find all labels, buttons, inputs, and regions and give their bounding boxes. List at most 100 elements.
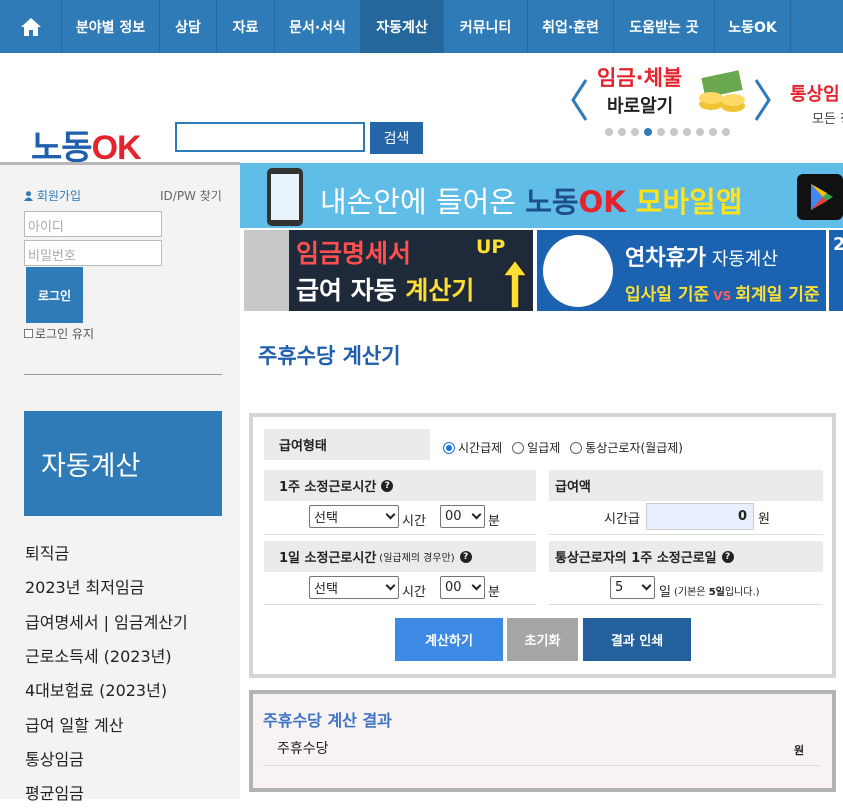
promo-dot[interactable] — [618, 128, 626, 136]
promo-next-icon[interactable] — [754, 78, 772, 122]
promo-dot[interactable] — [657, 128, 665, 136]
daily-hours-note: (일급제의 경우만) — [379, 553, 455, 564]
sidebar-item-ordinary-wage[interactable]: 통상임금 — [25, 741, 188, 775]
radio-monthly[interactable] — [570, 441, 583, 454]
password-field[interactable]: 비밀번호 — [24, 240, 162, 266]
pay-type-label: 급여형태 — [264, 429, 430, 460]
chevron-down-icon — [471, 509, 482, 520]
nav-item-jobs-training[interactable]: 취업·훈련 — [528, 0, 614, 53]
promo-line1: 임금·체불 — [597, 66, 683, 90]
daily-minutes-select[interactable]: 00 — [440, 576, 485, 599]
sidebar-item-insurance[interactable]: 4대보험료 (2023년) — [25, 672, 188, 706]
signup-link[interactable]: 회원가입 — [24, 187, 81, 204]
reset-button[interactable]: 초기화 — [507, 618, 578, 661]
login-button[interactable]: 로그인 — [26, 267, 83, 323]
help-icon[interactable]: ? — [459, 550, 472, 563]
pay-type-option-daily[interactable]: 일급제 — [512, 439, 560, 456]
row-divider — [549, 534, 823, 535]
calculator-form: 급여형태 시간급제 일급제 통상근로자(월급제) 1주 소정근로시간? 선택 시… — [249, 413, 836, 678]
nav-item-resources[interactable]: 자료 — [217, 0, 275, 53]
promo-dot[interactable] — [631, 128, 639, 136]
sidebar-menu: 퇴직금 2023년 최저임금 급여명세서 | 임금계산기 근로소득세 (2023… — [25, 535, 188, 809]
pay-statement-banner[interactable]: 임금명세서 UP 급여 자동 계산기 — [244, 230, 533, 311]
sidebar-item-income-tax[interactable]: 근로소득세 (2023년) — [25, 638, 188, 672]
daily-hours-label: 1일 소정근로시간 (일급제의 경우만)? — [264, 541, 536, 572]
promo-dot[interactable] — [605, 128, 613, 136]
hour-unit: 시간 — [402, 514, 426, 529]
sidebar-section-title: 자동계산 — [24, 411, 222, 516]
help-icon[interactable]: ? — [381, 479, 394, 492]
result-panel: 주휴수당 계산 결과 주휴수당 원 — [249, 690, 836, 792]
next-banner-peek[interactable]: 2 — [829, 230, 843, 311]
search-button[interactable]: 검색 — [370, 122, 423, 154]
wage-banner-line1: 임금명세서 — [296, 239, 412, 268]
promo-next-line1: 통상임 — [790, 84, 840, 105]
radio-hourly[interactable] — [443, 441, 455, 454]
coins-icon — [699, 70, 745, 112]
promo-pagination — [605, 128, 730, 136]
top-navigation: 분야별 정보 상담 자료 문서·서식 자동계산 커뮤니티 취업·훈련 도움받는 … — [0, 0, 843, 53]
sidebar-item-daily-prorate[interactable]: 급여 일할 계산 — [25, 706, 188, 740]
keep-login-box[interactable] — [24, 329, 33, 338]
home-icon — [20, 17, 41, 36]
print-button[interactable]: 결과 인쇄 — [583, 618, 691, 661]
sidebar-item-pay-statement[interactable]: 급여명세서 | 임금계산기 — [25, 604, 188, 638]
nav-item-nodongok[interactable]: 노동OK — [715, 0, 791, 53]
promo-dot[interactable] — [722, 128, 730, 136]
leave-banner-sub: 입사일 기준 VS 회계일 기준 — [625, 285, 820, 305]
nav-item-auto-calc[interactable]: 자동계산 — [361, 0, 444, 53]
pay-type-option-hourly[interactable]: 시간급제 — [443, 439, 502, 456]
workdays-select[interactable]: 5 — [610, 576, 655, 599]
promo-dot[interactable] — [683, 128, 691, 136]
sidebar-divider — [24, 374, 222, 375]
user-icon — [24, 191, 33, 201]
search-input[interactable] — [175, 122, 365, 152]
promo-next-line2: 모든 정 — [812, 112, 843, 127]
nav-item-documents[interactable]: 문서·서식 — [275, 0, 361, 53]
promo-dot[interactable] — [709, 128, 717, 136]
radio-daily-label: 일급제 — [527, 441, 561, 455]
help-icon[interactable]: ? — [721, 550, 734, 563]
promo-line2: 바로알기 — [607, 96, 674, 117]
promo-dot[interactable] — [696, 128, 704, 136]
promo-dot[interactable] — [644, 128, 652, 136]
radio-hourly-label: 시간급제 — [458, 441, 503, 455]
find-id-pw-link[interactable]: ID/PW 찾기 — [160, 187, 222, 204]
sidebar-item-severance[interactable]: 퇴직금 — [25, 535, 188, 569]
sidebar-item-average-wage[interactable]: 평균임금 — [25, 775, 188, 809]
calculate-button[interactable]: 계산하기 — [395, 618, 503, 661]
won-unit: 원 — [758, 512, 770, 527]
result-unit: 원 — [794, 744, 805, 757]
nav-item-field-info[interactable]: 분야별 정보 — [62, 0, 160, 53]
chevron-down-icon — [641, 580, 652, 591]
nav-item-help[interactable]: 도움받는 곳 — [614, 0, 715, 53]
radio-daily[interactable] — [512, 441, 525, 454]
radio-monthly-label: 통상근로자(월급제) — [585, 441, 683, 455]
id-field[interactable]: 아이디 — [24, 211, 162, 237]
promo-slide[interactable]: 임금·체불 바로알기 — [597, 62, 747, 122]
daily-hours-select[interactable]: 선택 — [309, 576, 399, 599]
google-play-icon — [797, 174, 843, 220]
home-button[interactable] — [0, 0, 62, 53]
minute-unit: 분 — [488, 514, 500, 529]
mobile-app-banner[interactable]: 내손안에 들어온 노동OK 모바일앱 — [240, 163, 843, 228]
pay-type-option-monthly[interactable]: 통상근로자(월급제) — [570, 439, 683, 456]
keep-login-checkbox[interactable]: 로그인 유지 — [24, 325, 94, 342]
wage-input[interactable]: 0 — [646, 503, 754, 530]
nav-item-consult[interactable]: 상담 — [160, 0, 217, 53]
phone-icon — [267, 168, 303, 226]
hour-unit: 시간 — [402, 585, 426, 600]
chevron-down-icon — [385, 509, 396, 520]
wage-banner-line2: 급여 자동 계산기 — [296, 276, 475, 305]
page-title: 주휴수당 계산기 — [258, 344, 401, 368]
annual-leave-banner[interactable]: 연차휴가 자동계산 입사일 기준 VS 회계일 기준 — [537, 230, 826, 311]
promo-prev-icon[interactable] — [570, 78, 588, 122]
weekly-hours-select[interactable]: 선택 — [309, 505, 399, 528]
app-banner-text: 내손안에 들어온 노동OK 모바일앱 — [320, 185, 743, 219]
sidebar-item-minimum-wage[interactable]: 2023년 최저임금 — [25, 569, 188, 603]
weekly-minutes-select[interactable]: 00 — [440, 505, 485, 528]
nav-item-community[interactable]: 커뮤니티 — [444, 0, 528, 53]
row-divider — [549, 604, 823, 605]
promo-dot[interactable] — [670, 128, 678, 136]
wage-sub-label: 시간급 — [604, 512, 640, 527]
